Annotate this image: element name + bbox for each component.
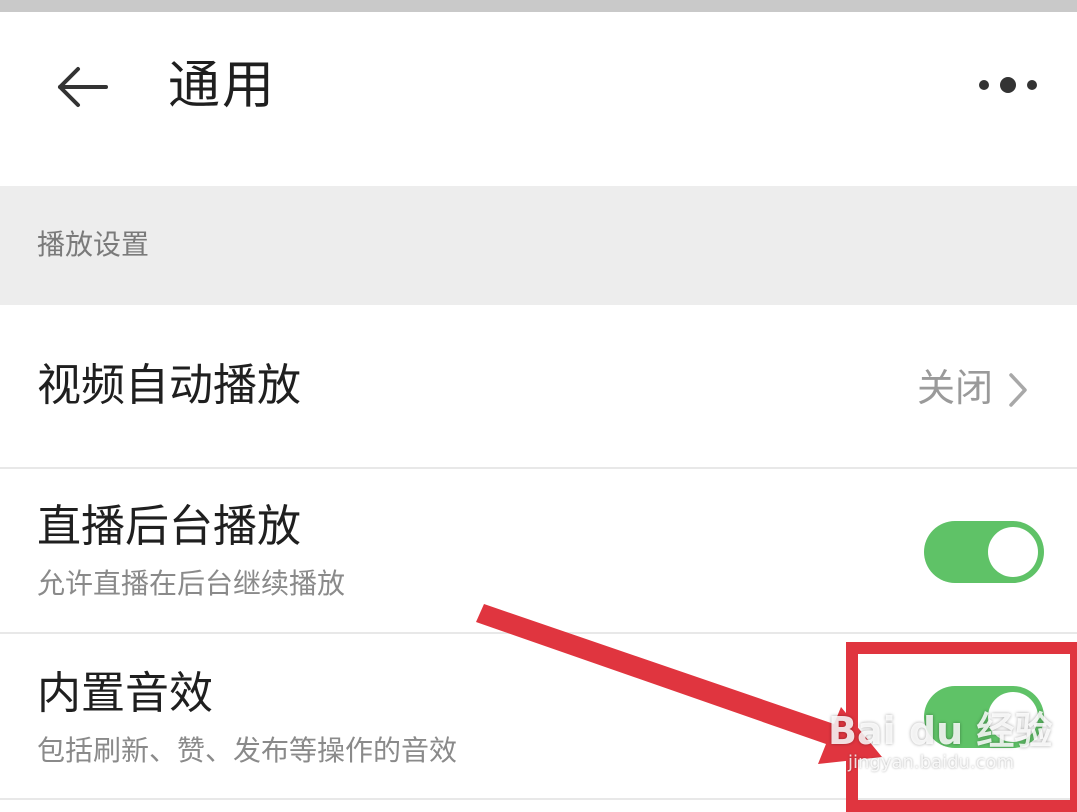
setting-row-video-autoplay[interactable]: 视频自动播放 关闭 [0,305,1077,467]
page-title: 通用 [168,56,277,116]
setting-title: 内置音效 [37,668,213,719]
more-button[interactable] [968,70,1048,100]
app-header: 通用 [0,12,1077,186]
setting-row-sound-effects: 内置音效 包括刷新、赞、发布等操作的音效 [0,634,1077,798]
more-dots-icon [979,77,1037,93]
sound-effects-toggle[interactable] [924,686,1044,748]
setting-row-live-background: 直播后台播放 允许直播在后台继续播放 [0,469,1077,632]
divider [0,798,1077,800]
setting-value: 关闭 [916,366,993,410]
back-button[interactable] [50,62,114,112]
setting-subtitle: 包括刷新、赞、发布等操作的音效 [37,734,458,767]
section-header: 播放设置 [0,186,1077,305]
setting-title: 视频自动播放 [37,360,301,411]
section-title: 播放设置 [37,228,150,261]
chevron-right-icon [1009,373,1027,407]
toggle-knob [988,692,1038,742]
status-strip [0,0,1077,12]
back-arrow-icon [58,67,108,107]
toggle-knob [988,527,1038,577]
setting-subtitle: 允许直播在后台继续播放 [37,567,346,600]
setting-title: 直播后台播放 [37,501,301,552]
live-background-toggle[interactable] [924,521,1044,583]
